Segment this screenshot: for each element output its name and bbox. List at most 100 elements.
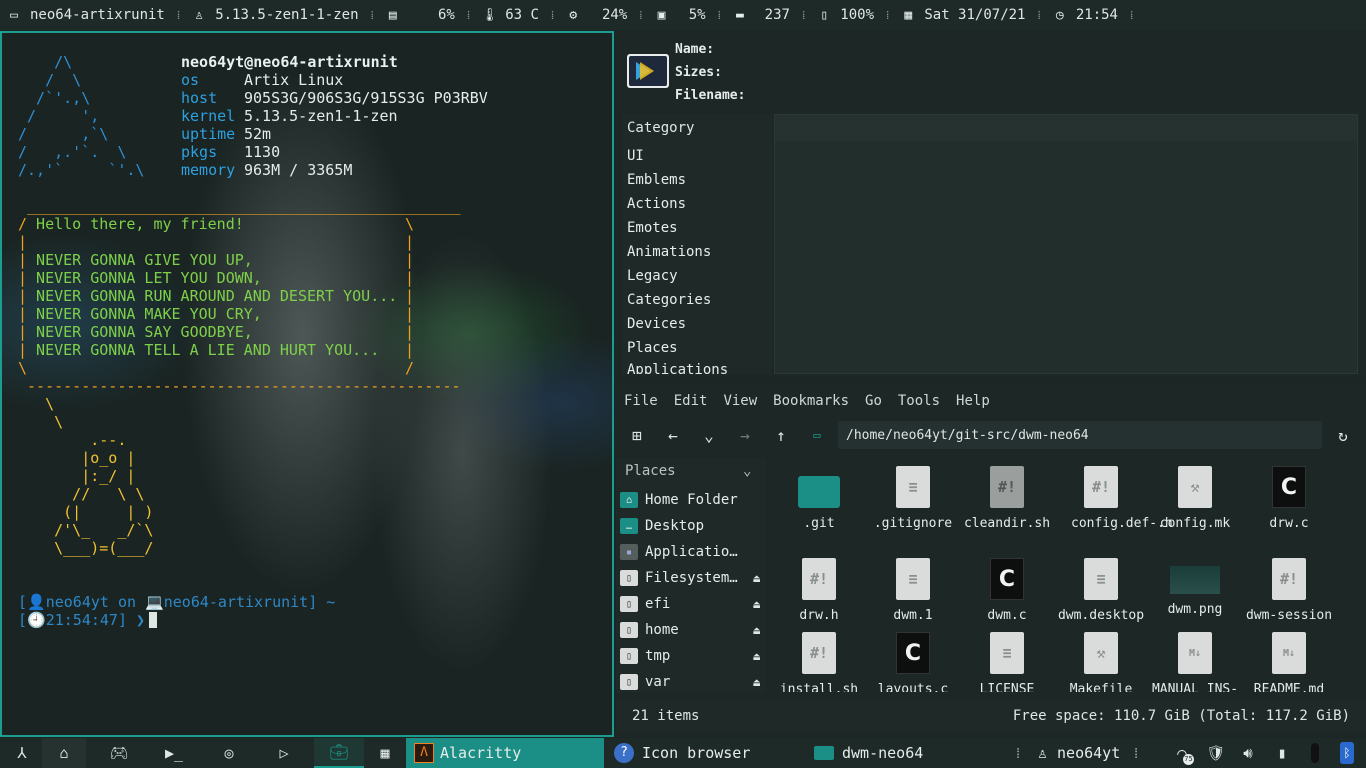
place-applications[interactable]: ▪ Applicatio… — [620, 540, 764, 564]
file-item[interactable]: #! install.sh — [772, 632, 866, 692]
place-home-mount[interactable]: ▯ home ⏏ — [620, 618, 764, 642]
task-alacritty[interactable]: Λ Alacritty — [406, 738, 604, 768]
wifi-icon[interactable]: ◠ 75 — [1166, 738, 1198, 768]
bubble-edge: | — [405, 269, 415, 287]
kernel-text: 5.13.5-zen1-1-zen — [215, 7, 359, 23]
battery-charging-icon[interactable]: ▮ — [1266, 738, 1298, 768]
eject-icon[interactable]: ⏏ — [753, 650, 760, 663]
tux-line: \___)=(___/ — [18, 539, 154, 557]
place-var[interactable]: ▯ var ⏏ — [620, 670, 764, 694]
headset-icon[interactable] — [1300, 738, 1330, 768]
volume-icon[interactable]: 🔊︎ — [1232, 738, 1264, 768]
file-item[interactable]: .git — [772, 466, 866, 531]
file-item[interactable]: dwm.png — [1148, 558, 1242, 617]
thermometer-icon: 🌡 — [481, 7, 498, 23]
file-item[interactable]: Cdrw.c — [1242, 466, 1336, 531]
file-name: install.sh — [779, 682, 859, 692]
terminal-tag-icon[interactable]: ▶_ — [152, 738, 196, 768]
place-label: Filesystem… — [645, 570, 738, 586]
eject-icon[interactable]: ⏏ — [753, 624, 760, 637]
alacritty-terminal[interactable]: /\ / \ /`'.,\ / ', / ,`\ / ,.'`. \ /.,'`… — [0, 31, 614, 737]
category-item[interactable]: Emotes — [627, 220, 678, 236]
shield-icon[interactable]: 🛡︎ — [1200, 738, 1232, 768]
file-name: dwm.desktop — [1057, 608, 1145, 623]
menu-view[interactable]: View — [723, 393, 757, 409]
forward-arrow-icon[interactable]: → — [734, 425, 756, 445]
reload-icon[interactable]: ↻ — [1332, 425, 1354, 445]
home-folder-icon[interactable]: ▭ — [806, 425, 828, 445]
bubble-edge: | — [405, 323, 415, 341]
category-item[interactable]: Emblems — [627, 172, 686, 188]
file-item[interactable]: Cdwm.c — [960, 558, 1054, 623]
menu-help[interactable]: Help — [956, 393, 990, 409]
category-item[interactable]: Animations — [627, 244, 711, 260]
menu-edit[interactable]: Edit — [674, 393, 708, 409]
c-source-icon: C — [990, 558, 1024, 600]
gamepad-tag-icon[interactable]: 🎮︎ — [97, 738, 141, 768]
category-item[interactable]: Categories — [627, 292, 711, 308]
file-grid[interactable]: .git ≡ .gitignore #! cleandir.sh #! config.… — [768, 458, 1358, 692]
path-bar[interactable]: /home/neo64yt/git-src/dwm-neo64 — [838, 421, 1322, 449]
category-item[interactable]: Applications — [627, 362, 728, 374]
category-header[interactable]: Category — [627, 120, 694, 136]
places-header[interactable]: Places ⌄ — [625, 463, 751, 479]
category-item[interactable]: Devices — [627, 316, 686, 332]
applications-icon: ▪ — [620, 544, 638, 560]
gpu-block: ⚙ 24% — [565, 7, 627, 23]
file-item[interactable]: #! cleandir.sh — [960, 466, 1054, 531]
file-item[interactable]: #! config.def-.h — [1054, 466, 1173, 531]
task-icon-browser[interactable]: ? Icon browser — [614, 738, 750, 768]
place-filesystem[interactable]: ▯ Filesystem… ⏏ — [620, 566, 764, 590]
separator: ⁞ — [1016, 743, 1021, 762]
prompt-line: [🕘21:54:47] ❯ — [18, 611, 146, 629]
file-item[interactable]: Clayouts.c — [866, 632, 960, 692]
task-dwm-neo64[interactable]: dwm-neo64 — [814, 738, 923, 768]
file-item[interactable]: ≡ LICENSE — [960, 632, 1054, 692]
place-tmp[interactable]: ▯ tmp ⏏ — [620, 644, 764, 668]
place-efi[interactable]: ▯ efi ⏏ — [620, 592, 764, 616]
home-icon: ⌂ — [620, 492, 638, 508]
media-tag-icon[interactable]: ▷ — [262, 738, 306, 768]
separator: ⁞ — [1037, 7, 1042, 22]
file-item[interactable]: ⚒ Makefile — [1054, 632, 1148, 692]
file-item[interactable]: ≡ dwm.desktop — [1054, 558, 1148, 623]
category-item[interactable]: Actions — [627, 196, 686, 212]
compass-tag-icon[interactable]: ◎ — [207, 738, 251, 768]
place-desktop[interactable]: … Desktop — [620, 514, 764, 538]
file-item[interactable]: #! dwm-session — [1242, 558, 1336, 623]
bubble-text: Hello there, my friend! — [27, 215, 244, 233]
place-home[interactable]: ⌂ Home Folder — [620, 488, 764, 512]
file-item[interactable]: M↓ MANUAL_INS- — [1148, 632, 1242, 692]
icon-list-pane[interactable] — [774, 114, 1358, 374]
bluetooth-icon[interactable]: ᛒ — [1332, 738, 1362, 768]
eject-icon[interactable]: ⏏ — [753, 676, 760, 689]
home-tag-icon[interactable]: ⌂ — [42, 738, 86, 768]
file-item[interactable]: ≡ dwm.1 — [866, 558, 960, 623]
eject-icon[interactable]: ⏏ — [753, 598, 760, 611]
menu-bookmarks[interactable]: Bookmarks — [773, 393, 849, 409]
category-item[interactable]: Legacy — [627, 268, 678, 284]
history-dropdown-icon[interactable]: ⌄ — [698, 425, 720, 445]
category-item[interactable]: UI — [627, 148, 644, 164]
file-item[interactable]: ≡ .gitignore — [866, 466, 960, 531]
date-block: ▦ Sat 31/07/21 — [900, 7, 1025, 23]
category-item[interactable]: Places — [627, 340, 678, 356]
new-tab-icon[interactable]: ⊞ — [626, 425, 648, 445]
menu-tools[interactable]: Tools — [898, 393, 940, 409]
menu-go[interactable]: Go — [865, 393, 882, 409]
eject-icon[interactable]: ⏏ — [753, 572, 760, 585]
menu-file[interactable]: File — [624, 393, 658, 409]
up-arrow-icon[interactable]: ↑ — [770, 425, 792, 445]
back-arrow-icon[interactable]: ← — [662, 425, 684, 445]
file-item[interactable]: ⚒ config.mk — [1148, 466, 1242, 531]
file-item[interactable]: #! drw.h — [772, 558, 866, 623]
layout-icon[interactable]: ▦ — [364, 738, 406, 768]
artix-menu-icon[interactable]: ⅄ — [0, 738, 44, 768]
briefcase-tag-icon[interactable]: 💼︎ — [314, 738, 364, 768]
disk-text: 5% — [688, 7, 706, 23]
bubble-edge: | — [405, 233, 415, 251]
file-item[interactable]: M↓ README.md — [1242, 632, 1336, 692]
date-text: Sat 31/07/21 — [924, 7, 1026, 23]
tux-line: /'\_ _/`\ — [18, 521, 154, 539]
chevron-down-icon[interactable]: ⌄ — [743, 463, 751, 479]
